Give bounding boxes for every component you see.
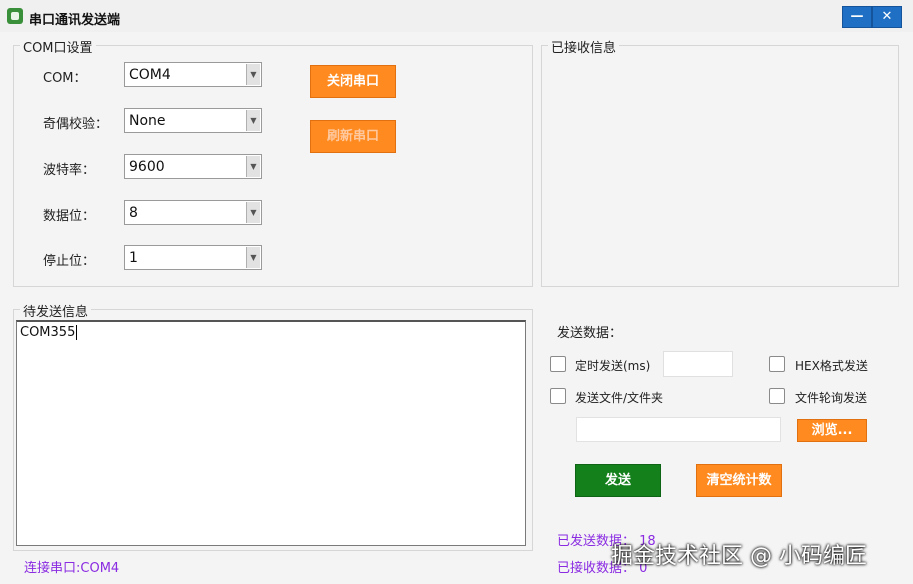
databits-label: 数据位： bbox=[43, 209, 96, 224]
send-file-checkbox[interactable] bbox=[550, 388, 566, 404]
pending-textarea[interactable]: COM355 bbox=[16, 320, 526, 546]
baud-select[interactable]: 9600 ▼ bbox=[124, 154, 262, 179]
hex-send-label: HEX格式发送 bbox=[795, 359, 868, 373]
stopbits-select[interactable]: 1 ▼ bbox=[124, 245, 262, 270]
databits-select[interactable]: 8 ▼ bbox=[124, 200, 262, 225]
refresh-port-button[interactable]: 刷新串口 bbox=[310, 120, 396, 153]
file-path-input[interactable] bbox=[576, 417, 781, 442]
com-label: COM： bbox=[43, 71, 87, 86]
chevron-down-icon[interactable]: ▼ bbox=[246, 110, 260, 131]
stopbits-label: 停止位： bbox=[43, 254, 96, 269]
app-icon bbox=[7, 8, 23, 24]
received-content[interactable] bbox=[548, 56, 888, 276]
com-select-value: COM4 bbox=[129, 67, 171, 83]
send-file-label: 发送文件/文件夹 bbox=[575, 391, 664, 405]
pending-text: COM355 bbox=[20, 325, 76, 340]
send-data-title: 发送数据： bbox=[557, 326, 623, 341]
chevron-down-icon[interactable]: ▼ bbox=[246, 156, 260, 177]
chevron-down-icon[interactable]: ▼ bbox=[246, 247, 260, 268]
baud-select-value: 9600 bbox=[129, 159, 165, 175]
title-bar: 串口通讯发送端 — ✕ bbox=[0, 0, 913, 32]
send-button[interactable]: 发送 bbox=[575, 464, 661, 497]
connection-status: 连接串口:COM4 bbox=[24, 561, 120, 576]
watermark: 掘金技术社区 @ 小码编匠 bbox=[611, 544, 867, 569]
timed-send-checkbox[interactable] bbox=[550, 356, 566, 372]
com-settings-legend: COM口设置 bbox=[20, 37, 96, 56]
timed-interval-input[interactable] bbox=[663, 351, 733, 377]
close-port-button[interactable]: 关闭串口 bbox=[310, 65, 396, 98]
browse-button[interactable]: 浏览... bbox=[797, 419, 867, 442]
stopbits-select-value: 1 bbox=[129, 250, 138, 266]
file-poll-label: 文件轮询发送 bbox=[795, 391, 868, 405]
com-select[interactable]: COM4 ▼ bbox=[124, 62, 262, 87]
window-title: 串口通讯发送端 bbox=[29, 13, 121, 28]
pending-legend: 待发送信息 bbox=[20, 301, 92, 320]
close-button[interactable]: ✕ bbox=[872, 6, 902, 28]
clear-stats-button[interactable]: 清空统计数 bbox=[696, 464, 782, 497]
chevron-down-icon[interactable]: ▼ bbox=[246, 64, 260, 85]
baud-label: 波特率： bbox=[43, 163, 96, 178]
parity-label: 奇偶校验： bbox=[43, 117, 109, 132]
minimize-button[interactable]: — bbox=[842, 6, 872, 28]
received-legend: 已接收信息 bbox=[548, 37, 620, 56]
hex-send-checkbox[interactable] bbox=[769, 356, 785, 372]
chevron-down-icon[interactable]: ▼ bbox=[246, 202, 260, 223]
file-poll-checkbox[interactable] bbox=[769, 388, 785, 404]
databits-select-value: 8 bbox=[129, 205, 138, 221]
parity-select-value: None bbox=[129, 113, 166, 129]
timed-send-label: 定时发送(ms) bbox=[575, 359, 651, 373]
parity-select[interactable]: None ▼ bbox=[124, 108, 262, 133]
text-cursor bbox=[76, 325, 77, 340]
